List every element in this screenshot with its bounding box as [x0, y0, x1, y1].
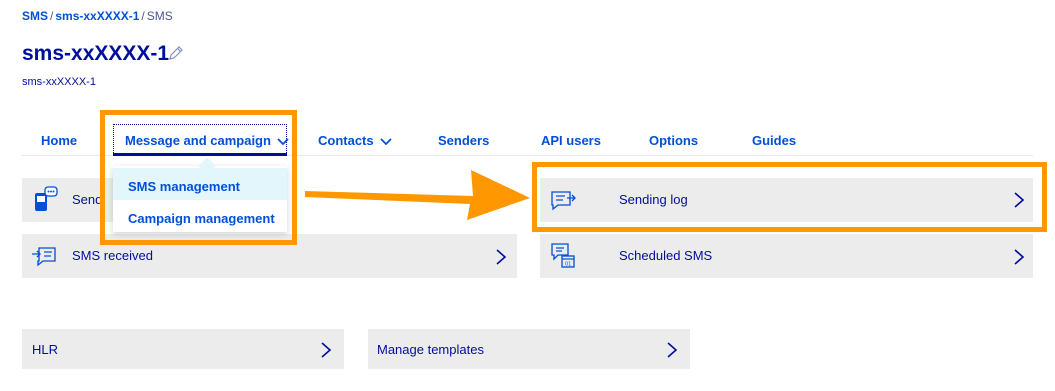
- tab-guides[interactable]: Guides: [752, 133, 796, 148]
- chevron-right-icon: [667, 342, 678, 358]
- message-in-icon: [32, 247, 56, 267]
- tab-label: Contacts: [318, 133, 374, 148]
- tab-options[interactable]: Options: [649, 133, 698, 148]
- tab-home[interactable]: Home: [41, 133, 77, 148]
- calendar-message-icon: 01: [551, 243, 575, 268]
- breadcrumb-separator: /: [141, 9, 145, 23]
- breadcrumb-item-sms[interactable]: SMS: [22, 9, 48, 23]
- pencil-icon[interactable]: [168, 45, 184, 61]
- tile-label: Manage templates: [377, 342, 484, 357]
- highlight-box-sending-log: [532, 162, 1047, 232]
- highlight-box-menu: [100, 110, 297, 245]
- tile-scheduled-sms[interactable]: 01 Scheduled SMS: [540, 234, 1033, 278]
- tab-label: Guides: [752, 133, 797, 148]
- chevron-down-icon: [379, 137, 392, 145]
- tab-senders[interactable]: Senders: [438, 133, 489, 148]
- page-title: sms-xxXXXX-1: [22, 42, 170, 65]
- tile-label: HLR: [32, 342, 59, 357]
- tab-api-users[interactable]: API users: [541, 133, 601, 148]
- breadcrumb-item-service[interactable]: sms-xxXXXX-1: [55, 9, 139, 23]
- annotation-arrow-icon: [305, 170, 530, 220]
- tab-label: Home: [41, 133, 78, 148]
- chevron-right-icon: [1014, 249, 1025, 265]
- chevron-right-icon: [321, 342, 332, 358]
- tile-manage-templates[interactable]: Manage templates: [368, 329, 690, 369]
- phone-sms-icon: [35, 186, 58, 211]
- breadcrumb-current: SMS: [146, 9, 173, 23]
- tile-label: Scheduled SMS: [619, 248, 713, 263]
- chevron-right-icon: [496, 249, 507, 265]
- tab-label: Senders: [438, 133, 490, 148]
- tile-label: SMS received: [72, 248, 153, 263]
- svg-text:01: 01: [565, 262, 571, 268]
- tab-contacts[interactable]: Contacts: [318, 133, 392, 148]
- breadcrumb: SMS / sms-xxXXXX-1/SMS: [22, 9, 173, 23]
- tile-hlr[interactable]: HLR: [22, 329, 344, 369]
- page-subtitle: sms-xxXXXX-1: [22, 76, 96, 88]
- tab-label: Options: [649, 133, 699, 148]
- tab-label: API users: [541, 133, 601, 148]
